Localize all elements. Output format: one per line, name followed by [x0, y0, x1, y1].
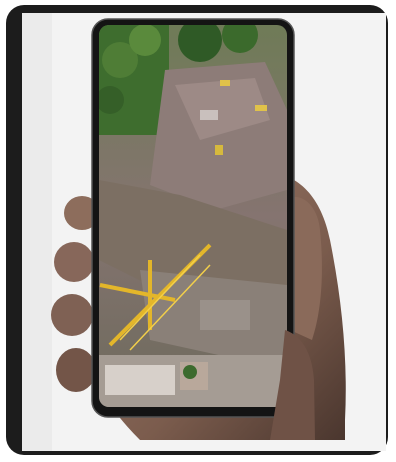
finger-3 [51, 294, 93, 336]
hand-phone-illustration [51, 18, 346, 440]
finger-2 [54, 242, 94, 282]
phone-screen [99, 25, 287, 407]
finger-4 [56, 348, 96, 392]
